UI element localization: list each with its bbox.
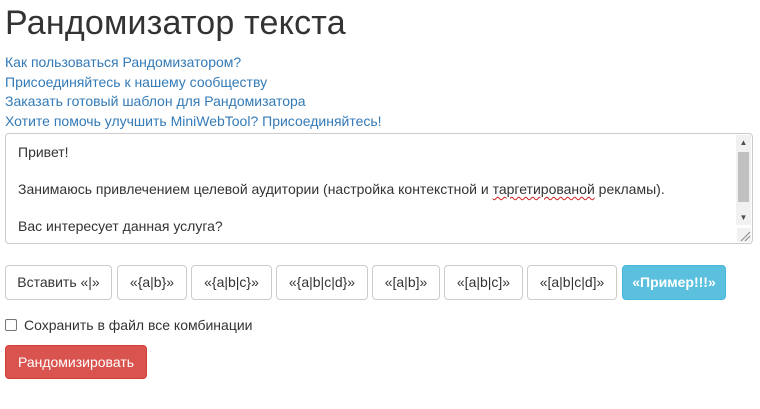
insert-pipe-button[interactable]: Вставить «|» <box>5 265 112 300</box>
scrollbar-thumb[interactable] <box>738 152 749 202</box>
scroll-down-arrow-icon[interactable]: ▼ <box>736 210 751 225</box>
randomize-button[interactable]: Рандомизировать <box>5 345 147 379</box>
link-help-improve[interactable]: Хотите помочь улучшить MiniWebTool? Прис… <box>5 112 382 132</box>
save-combinations-option[interactable]: Сохранить в файл все комбинации <box>5 316 252 334</box>
page-title: Рандомизатор текста <box>5 4 346 42</box>
text-line: Занимаюсь привлечением целевой аудитории… <box>18 181 665 197</box>
resize-grip-icon[interactable] <box>737 228 751 242</box>
insert-ab-braces-button[interactable]: «{a|b}» <box>117 265 187 300</box>
insert-abc-brackets-button[interactable]: «[a|b|c]» <box>444 265 523 300</box>
insert-abcd-braces-button[interactable]: «{a|b|c|d}» <box>276 265 368 300</box>
text-line-empty <box>18 162 730 181</box>
link-join-community[interactable]: Присоединяйтесь к нашему сообществу <box>5 73 382 93</box>
text-line: Вас интересует данная услуга? <box>18 218 223 234</box>
save-combinations-checkbox[interactable] <box>5 319 17 331</box>
link-how-to-use[interactable]: Как пользоваться Рандомизатором? <box>5 53 382 73</box>
help-links: Как пользоваться Рандомизатором? Присоед… <box>5 53 382 131</box>
misspelled-word: таргетированой <box>492 181 595 197</box>
link-order-template[interactable]: Заказать готовый шаблон для Рандомизатор… <box>5 92 382 112</box>
randomizer-page: Рандомизатор текста Как пользоваться Ран… <box>0 0 760 409</box>
text-line: Привет! <box>18 144 69 160</box>
insert-ab-brackets-button[interactable]: «[a|b]» <box>372 265 440 300</box>
source-text-content: Привет! Занимаюсь привлечением целевой а… <box>18 143 730 236</box>
insert-abcd-brackets-button[interactable]: «[a|b|c|d]» <box>527 265 617 300</box>
text-line-empty <box>18 199 730 218</box>
scroll-up-arrow-icon[interactable]: ▲ <box>736 135 751 150</box>
save-combinations-label[interactable]: Сохранить в файл все комбинации <box>24 316 252 334</box>
source-text-input[interactable]: Привет! Занимаюсь привлечением целевой а… <box>5 133 753 244</box>
insert-abc-braces-button[interactable]: «{a|b|c}» <box>191 265 272 300</box>
example-button[interactable]: «Пример!!!» <box>622 265 726 300</box>
vertical-scrollbar[interactable]: ▲ ▼ <box>736 135 751 225</box>
